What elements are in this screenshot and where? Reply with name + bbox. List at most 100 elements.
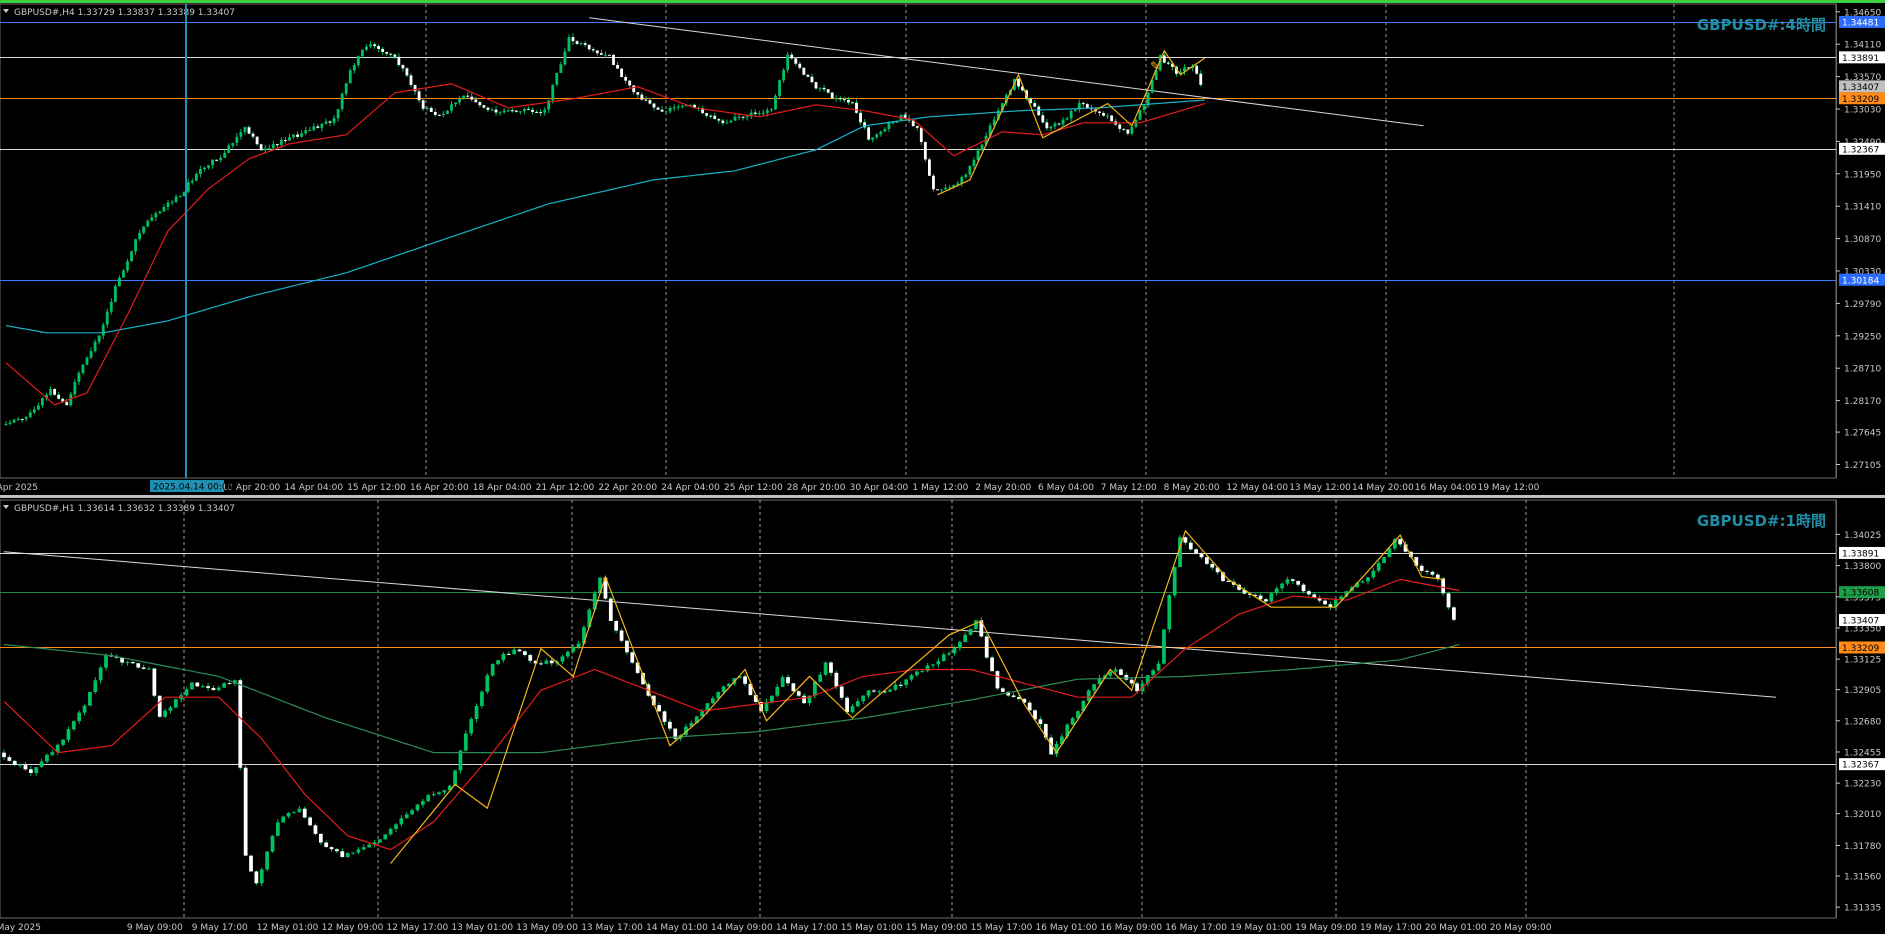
h4-candle-body xyxy=(190,180,194,183)
h4-candle-body xyxy=(401,64,405,69)
h1-candle-body xyxy=(990,657,994,672)
h4-candle-body xyxy=(417,91,421,101)
h4-candle-body xyxy=(539,112,543,114)
h4-candle-body xyxy=(450,104,453,111)
h1-candle-body xyxy=(399,818,404,825)
h1-candle-body xyxy=(39,761,44,768)
h1-candle-body xyxy=(721,686,726,693)
h4-candle-body xyxy=(429,107,433,112)
h1-candle-body xyxy=(1205,557,1209,564)
h4-candle-body xyxy=(599,53,603,55)
h1-candle-body xyxy=(796,691,801,696)
h4-candle-body xyxy=(308,129,312,131)
h1-candle-body xyxy=(866,690,871,696)
h4-candle-body xyxy=(753,112,757,115)
h4-candle-body xyxy=(1081,103,1085,105)
h1-candle-body xyxy=(1290,579,1295,581)
panel-separator[interactable] xyxy=(0,495,1885,498)
h4-candle-body xyxy=(413,84,417,92)
h1-candle-body xyxy=(625,640,629,653)
h1-candle-body xyxy=(184,689,189,696)
h1-trendline[interactable] xyxy=(3,551,1777,698)
h1-candle-body xyxy=(227,683,232,685)
h4-candle-body xyxy=(336,109,340,119)
h1-candle-body xyxy=(7,757,12,761)
h1-candle-body xyxy=(367,844,372,848)
h4-candle-body xyxy=(571,37,575,42)
h4-time-label: 21 Apr 12:00 xyxy=(536,483,595,493)
h4-candle-body xyxy=(348,70,352,84)
h4-candle-body xyxy=(583,43,587,45)
h1-candle-body xyxy=(710,698,715,704)
h1-candle-body xyxy=(941,654,946,662)
h4-zigzag xyxy=(937,49,1206,196)
h1-candle-body xyxy=(1172,567,1177,596)
h4-candle-body xyxy=(680,105,684,107)
h1-candle-body xyxy=(1387,548,1392,558)
h4-candle-body xyxy=(178,196,182,198)
h1-candle-body xyxy=(1027,702,1032,711)
h4-candle-body xyxy=(158,211,162,214)
h4-price-tick-label: 1.30870 xyxy=(1844,235,1881,245)
h4-candle-body xyxy=(332,118,336,123)
h4-candle-body xyxy=(737,116,741,118)
h1-level-tag-label: 1.33608 xyxy=(1842,589,1879,599)
h4-candle-body xyxy=(721,120,725,124)
h1-candle-body xyxy=(356,849,361,853)
h4-candle-body xyxy=(122,270,125,278)
h4-candle-body xyxy=(20,418,24,420)
h4-collapse-icon[interactable] xyxy=(3,9,9,13)
h1-time-label: 9 May 09:00 xyxy=(127,923,183,933)
h4-candle-body xyxy=(130,251,133,262)
h1-collapse-icon[interactable] xyxy=(3,505,9,509)
h1-time-label: 13 May 09:00 xyxy=(516,923,578,933)
h4-candle-body xyxy=(271,144,275,149)
h4-candle-body xyxy=(1069,110,1073,119)
h4-price-tick-label: 1.28710 xyxy=(1844,365,1881,375)
h4-level-tag-label: 1.33209 xyxy=(1842,95,1879,105)
h1-ma-fast xyxy=(3,578,1460,851)
h4-candle-body xyxy=(397,56,401,65)
h4-candle-body xyxy=(312,126,316,130)
h4-candle-body xyxy=(660,109,664,112)
h4-candle-body xyxy=(150,217,154,221)
h4-candle-body xyxy=(936,189,939,191)
h1-candle-body xyxy=(523,651,527,655)
h4-candle-body xyxy=(632,85,636,93)
h1-candle-body xyxy=(657,705,662,712)
h4-candle-body xyxy=(717,119,721,121)
h4-candle-body xyxy=(4,423,8,425)
h1-candle-body xyxy=(173,699,178,708)
h4-candle-body xyxy=(794,58,798,64)
h4-candle-body xyxy=(454,102,457,105)
h4-candle-body xyxy=(300,133,304,137)
h1-candle-body xyxy=(925,665,930,671)
h1-candle-body xyxy=(28,769,33,773)
h4-candle-body xyxy=(531,109,534,112)
h4-candle-body xyxy=(944,187,948,190)
h4-level-tag-label: 1.33891 xyxy=(1842,54,1879,64)
h4-price-tick-label: 1.29790 xyxy=(1844,300,1881,310)
h1-candle-body xyxy=(190,682,194,690)
h4-candle-body xyxy=(1106,115,1110,117)
h1-candle-body xyxy=(1264,599,1268,602)
h4-candle-body xyxy=(879,131,883,135)
h4-candle-body xyxy=(1049,126,1053,129)
h4-trendline[interactable] xyxy=(589,17,1424,127)
h4-candle-body xyxy=(620,68,624,77)
h4-candle-body xyxy=(28,412,32,418)
h1-candle-body xyxy=(82,705,87,713)
h1-candle-body xyxy=(963,634,968,643)
h4-candle-body xyxy=(640,94,644,100)
h1-candle-body xyxy=(1371,570,1376,578)
h1-time-label: 12 May 09:00 xyxy=(322,923,384,933)
h1-candle-body xyxy=(786,677,790,684)
h4-candle-body xyxy=(170,201,174,203)
h4-candle-body xyxy=(644,99,648,101)
h4-price-tick-label: 1.27105 xyxy=(1844,461,1881,471)
h4-candle-body xyxy=(478,102,482,106)
h4-candle-body xyxy=(786,54,790,71)
h1-candle-body xyxy=(485,675,490,692)
h4-candles xyxy=(4,33,1203,426)
h1-candle-body xyxy=(77,712,82,722)
